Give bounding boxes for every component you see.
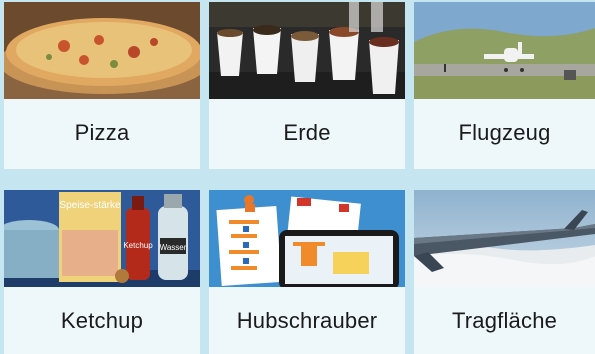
starch-box-text: Speise-stärke (59, 200, 121, 211)
card-label: Pizza (74, 120, 130, 145)
card-label: Ketchup (60, 307, 144, 333)
card-label: Hubschrauber (236, 307, 378, 333)
ketchup-bottle-text: Ketchup (123, 241, 153, 250)
card-erde[interactable]: Erde (209, 2, 405, 169)
ketchup-bottles-photo: Speise-stärke Ketchup Wasser (4, 190, 200, 287)
card-hubschrauber[interactable]: Hubschrauber (209, 190, 405, 354)
card-label: Flugzeug (458, 120, 551, 145)
airplane-photo (414, 2, 595, 99)
card-ketchup[interactable]: Speise-stärke Ketchup Wasser Ketchup (4, 190, 200, 354)
card-label: Tragfläche (451, 307, 558, 333)
pizza-photo (4, 2, 200, 99)
card-flugzeug[interactable]: Flugzeug (414, 2, 595, 169)
card-tragflaeche[interactable]: Tragfläche (414, 190, 595, 354)
airplane-wing-photo (414, 190, 595, 287)
helicopter-worksheet-photo (209, 190, 405, 287)
card-label: Erde (283, 120, 331, 145)
soil-cups-photo (209, 2, 405, 99)
card-pizza[interactable]: Pizza (4, 2, 200, 169)
water-bottle-text: Wasser (160, 243, 187, 252)
